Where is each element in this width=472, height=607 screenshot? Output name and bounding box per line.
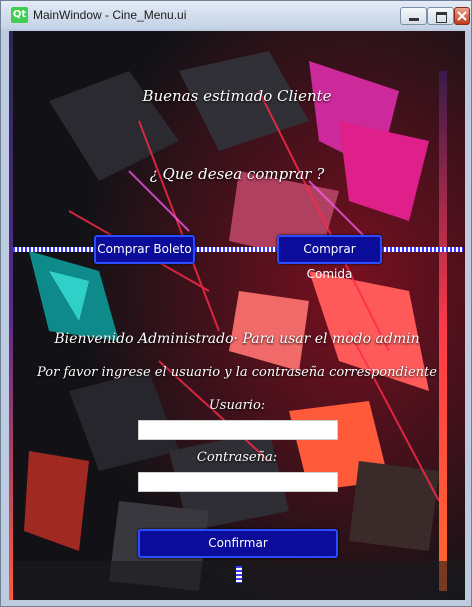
central-widget: Buenas estimado Cliente ¿ Que desea comp… bbox=[9, 31, 465, 600]
window-title: MainWindow - Cine_Menu.ui bbox=[33, 8, 187, 22]
password-label: Contraseña: bbox=[196, 450, 278, 465]
separator-line-right bbox=[382, 247, 463, 252]
buy-food-button[interactable]: Comprar Comida bbox=[277, 235, 382, 281]
confirm-button[interactable]: Confirmar bbox=[138, 529, 338, 558]
question-label: ¿ Que desea comprar ? bbox=[149, 165, 325, 183]
title-bar[interactable]: Qt MainWindow - Cine_Menu.ui bbox=[1, 1, 471, 29]
username-input[interactable] bbox=[138, 420, 338, 440]
vertical-separator bbox=[236, 566, 242, 583]
minimize-icon[interactable] bbox=[400, 7, 427, 25]
background-art-image bbox=[9, 31, 465, 600]
username-label: Usuario: bbox=[208, 398, 266, 413]
password-input[interactable] bbox=[138, 472, 338, 492]
separator-line-left bbox=[13, 247, 95, 252]
admin-welcome-label: Bienvenido Administrado· Para usar el mo… bbox=[54, 331, 420, 347]
buy-ticket-button[interactable]: Comprar Boleto bbox=[94, 235, 195, 264]
main-window: Qt MainWindow - Cine_Menu.ui Buenas esti… bbox=[0, 0, 472, 607]
greeting-label: Buenas estimado Cliente bbox=[142, 87, 332, 105]
close-x-glyph bbox=[457, 11, 467, 21]
separator-line-middle bbox=[195, 247, 277, 252]
close-icon[interactable] bbox=[454, 7, 470, 25]
left-frame-edge bbox=[9, 31, 13, 600]
maximize-icon[interactable] bbox=[427, 7, 454, 25]
admin-instructions-label: Por favor ingrese el usuario y la contra… bbox=[37, 365, 437, 380]
qt-logo-icon: Qt bbox=[11, 7, 28, 23]
